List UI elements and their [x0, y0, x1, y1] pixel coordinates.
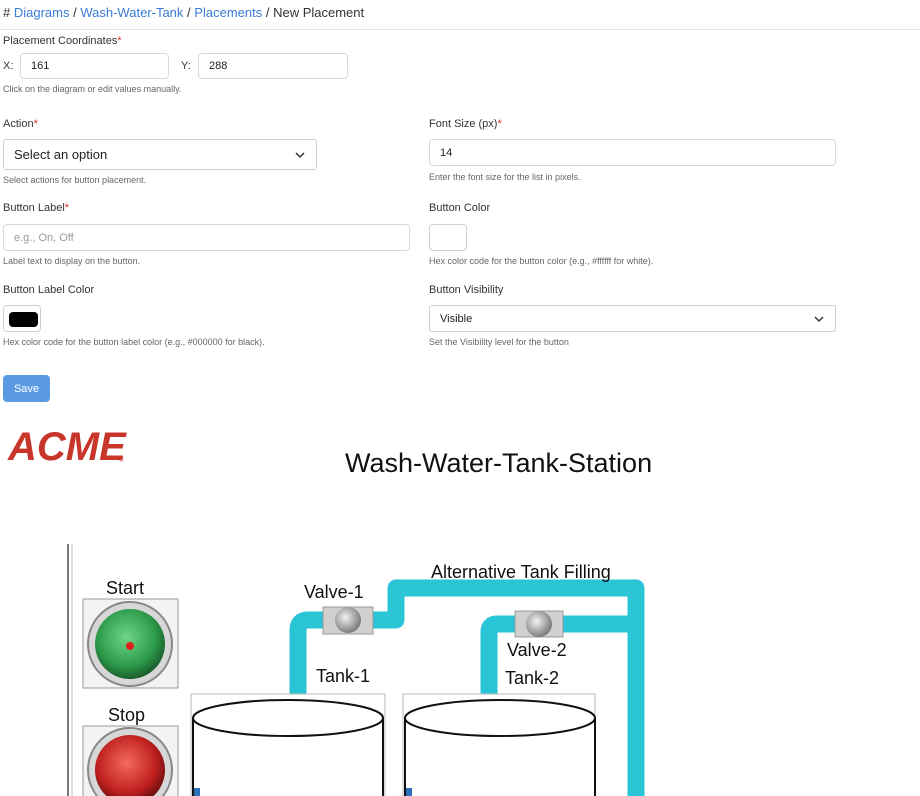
- tank-2-level-indicator: [406, 788, 412, 796]
- button-label-input[interactable]: e.g., On, Off: [3, 224, 410, 251]
- tank-2-label: Tank-2: [505, 668, 559, 688]
- required-mark: *: [117, 35, 122, 47]
- required-mark: *: [497, 118, 502, 130]
- start-label: Start: [106, 578, 144, 598]
- valve-2-label: Valve-2: [507, 640, 567, 660]
- breadcrumb-hash: #: [3, 5, 11, 20]
- visibility-select-value: Visible: [440, 312, 473, 325]
- tank-1-level-indicator: [194, 788, 200, 796]
- valve-1[interactable]: [335, 607, 361, 633]
- alternative-filling-label: Alternative Tank Filling: [431, 562, 611, 582]
- action-select-value: Select an option: [14, 147, 108, 162]
- button-label-label: Button Label*: [3, 202, 70, 214]
- required-mark: *: [64, 202, 70, 214]
- acme-logo: ACME: [7, 425, 127, 469]
- button-label-color-picker[interactable]: [3, 305, 41, 332]
- valve-1-label: Valve-1: [304, 582, 364, 602]
- registered-mark: ®: [119, 457, 124, 464]
- button-visibility-label: Button Visibility: [429, 284, 504, 296]
- valve-2[interactable]: [526, 611, 552, 637]
- action-label: Action*: [3, 118, 38, 130]
- button-label-color-label: Button Label Color: [3, 284, 95, 296]
- font-size-input[interactable]: 14: [429, 139, 836, 166]
- coordinates-help: Click on the diagram or edit values manu…: [3, 84, 182, 94]
- action-help: Select actions for button placement.: [3, 175, 147, 185]
- button-color-help: Hex color code for the button color (e.g…: [429, 256, 654, 266]
- button-label-help: Label text to display on the button.: [3, 256, 141, 266]
- required-mark: *: [33, 118, 38, 130]
- chevron-down-icon: [814, 315, 824, 322]
- stop-label: Stop: [108, 705, 145, 725]
- tank-1[interactable]: [192, 699, 384, 796]
- diagram-svg[interactable]: ACME ® Wash-Water-Tank-Station Start Sto…: [0, 410, 920, 796]
- button-color-label: Button Color: [429, 202, 491, 214]
- font-size-help: Enter the font size for the list in pixe…: [429, 172, 581, 182]
- button-visibility-help: Set the Visibility level for the button: [429, 337, 569, 347]
- breadcrumb-placements-link[interactable]: Placements: [194, 5, 262, 20]
- button-visibility-select[interactable]: Visible: [429, 305, 836, 332]
- header-divider: [0, 29, 920, 30]
- action-select[interactable]: Select an option: [3, 139, 317, 170]
- font-size-label: Font Size (px)*: [429, 118, 502, 130]
- x-coordinate-input[interactable]: 161: [20, 53, 169, 79]
- breadcrumb-current: New Placement: [273, 5, 365, 20]
- button-color-picker[interactable]: [429, 224, 467, 251]
- breadcrumb-diagrams-link[interactable]: Diagrams: [14, 5, 70, 20]
- breadcrumb-separator: /: [265, 5, 270, 20]
- breadcrumb: # Diagrams / Wash-Water-Tank / Placement…: [3, 5, 364, 20]
- breadcrumb-separator: /: [73, 5, 77, 20]
- label-color-swatch: [9, 312, 38, 327]
- tank-1-label: Tank-1: [316, 666, 370, 686]
- y-coordinate-input[interactable]: 288: [198, 53, 348, 79]
- breadcrumb-wash-water-tank-link[interactable]: Wash-Water-Tank: [80, 5, 183, 20]
- chevron-down-icon: [295, 151, 305, 158]
- y-label: Y:: [181, 60, 191, 72]
- coordinates-label: Placement Coordinates*: [3, 35, 122, 47]
- save-button[interactable]: Save: [3, 375, 50, 402]
- breadcrumb-separator: /: [187, 5, 191, 20]
- placement-marker: [126, 642, 134, 650]
- x-label: X:: [3, 60, 14, 72]
- tank-2[interactable]: [404, 699, 596, 796]
- button-label-color-help: Hex color code for the button label colo…: [3, 337, 265, 347]
- diagram-canvas[interactable]: ACME ® Wash-Water-Tank-Station Start Sto…: [0, 410, 920, 796]
- diagram-title: Wash-Water-Tank-Station: [345, 448, 652, 478]
